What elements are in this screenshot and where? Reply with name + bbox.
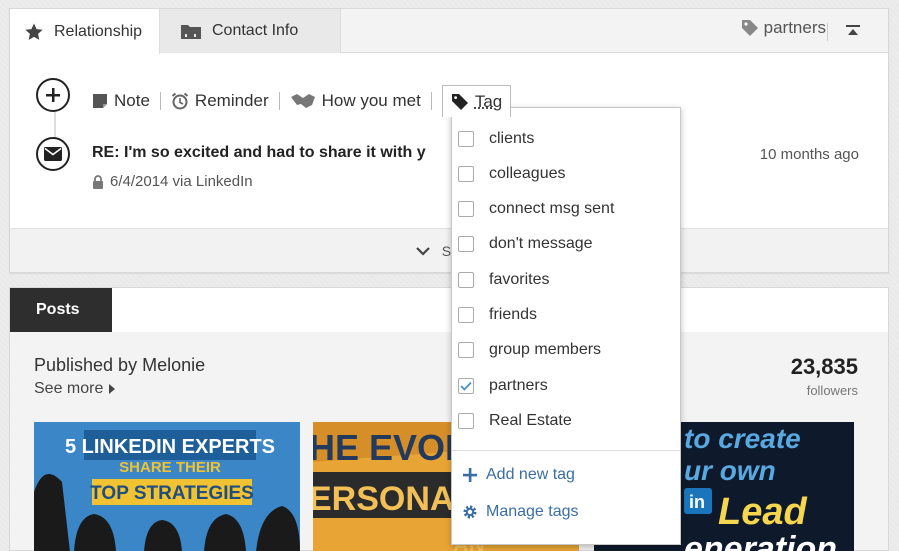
tag-checkbox[interactable] [458,130,474,147]
thumb3-line4: Lead [718,491,807,533]
how-you-met-button[interactable]: How you met [290,91,421,111]
thumb1-line2: SHARE THEIR [119,459,221,476]
tag-checkbox[interactable] [458,165,474,182]
thumb1-line1: 5 LINKEDIN EXPERTS [65,436,275,458]
tag-dropdown: clients colleagues connect msg sent don't m… [451,107,681,545]
message-subject[interactable]: RE: I'm so excited and had to share it w… [92,144,426,162]
followers-count: 23,835 [790,354,858,379]
posts-header: Posts [10,288,888,332]
tag-option[interactable]: clients [452,121,680,156]
add-activity-button[interactable] [36,78,70,112]
tag-option-label: don't message [489,235,593,253]
activity-actions: Note Reminder How you met Tag [92,85,512,117]
tag-option[interactable]: connect msg sent [452,192,680,227]
see-more-bar[interactable]: See M [10,228,888,272]
chevron-down-icon [415,246,430,256]
alarm-clock-icon [171,92,189,110]
tag-option[interactable]: group members [452,333,680,368]
collapse-button[interactable] [846,23,860,39]
collapse-up-icon [846,25,860,35]
how-you-met-label: How you met [321,91,421,110]
header-divider [827,23,828,41]
tag-label: Tag [474,91,503,111]
tab-contact-info-label: Contact Info [212,22,299,39]
thumb3-line3: in [689,492,705,512]
star-icon [24,22,44,42]
current-tag-indicator[interactable]: partners [740,18,826,38]
tag-option-label: favorites [489,270,550,288]
thumb3-line5: eneration [684,530,837,551]
address-card-icon [180,22,202,40]
tag-icon [451,93,469,111]
tab-posts[interactable]: Posts [10,288,112,332]
tag-option[interactable]: colleagues [452,156,680,191]
thumb1-line3: TOP STRATEGIES [90,483,254,504]
tab-contact-info[interactable]: Contact Info [160,9,341,53]
see-more-link[interactable]: See more [34,380,116,398]
tag-checkbox[interactable] [458,271,474,288]
handshake-icon [290,92,316,110]
note-label: Note [114,91,150,110]
see-more-label: See more [34,380,104,397]
caret-right-icon [109,384,116,394]
tag-option-label: clients [489,129,535,147]
tag-option[interactable]: don't message [452,227,680,262]
message-type-indicator [36,137,70,171]
published-by: Published by Melonie [34,355,206,375]
tab-bar: Relationship Contact Info partners [10,9,888,54]
check-icon [460,381,472,391]
relationship-card: Relationship Contact Info partners Note … [9,8,889,273]
gear-icon [462,504,478,520]
dropdown-divider [452,450,680,451]
lock-icon [92,174,104,189]
tag-checkbox[interactable] [458,377,474,394]
tag-checkbox[interactable] [458,307,474,323]
tag-checkbox[interactable] [458,412,474,429]
tag-option-label: friends [489,306,538,323]
thumb3-line1: to create [684,423,801,454]
message-meta: 6/4/2014 via LinkedIn [92,173,253,190]
tag-button[interactable]: Tag [441,85,512,117]
add-new-tag-link[interactable]: Add new tag [462,466,575,484]
tag-checkbox[interactable] [458,342,474,359]
tag-icon [740,18,760,38]
thumb3-line2: ur own [684,455,776,486]
tag-option-label: Real Estate [489,411,572,429]
posts-card: Posts Published by Melonie See more 23,8… [9,287,889,551]
manage-tags-label: Manage tags [486,503,579,520]
tag-checkbox[interactable] [458,201,474,218]
reminder-button[interactable]: Reminder [171,91,269,111]
tag-option[interactable]: favorites [452,262,680,297]
action-divider [430,92,432,110]
envelope-icon [44,147,62,161]
add-new-tag-label: Add new tag [486,466,575,483]
tab-relationship-label: Relationship [54,22,143,40]
manage-tags-link[interactable]: Manage tags [462,503,579,521]
reminder-label: Reminder [194,91,269,110]
followers-label: followers [806,383,858,398]
plus-icon [462,467,478,483]
tag-option-label: partners [489,376,548,394]
post-thumbnail[interactable]: 5 LINKEDIN EXPERTS SHARE THEIR TOP STRAT… [34,422,300,551]
message-meta-text: 6/4/2014 via LinkedIn [110,173,253,190]
action-divider [159,92,161,110]
current-tag-label: partners [763,18,826,37]
tag-option[interactable]: Real Estate [452,403,680,438]
tag-option-label: connect msg sent [489,200,615,218]
note-icon [92,93,108,109]
tag-option[interactable]: partners [452,368,680,403]
tag-option[interactable]: friends [452,298,680,333]
thumb2-line1: HE EVOL [313,427,467,468]
message-time: 10 months ago [759,146,859,163]
tag-option-label: group members [489,341,602,359]
tag-option-label: colleagues [489,164,566,182]
tab-relationship[interactable]: Relationship [10,9,160,54]
action-divider [278,92,280,110]
note-button[interactable]: Note [92,91,150,111]
post-thumbnail-graphic: 5 LINKEDIN EXPERTS SHARE THEIR TOP STRAT… [34,422,300,551]
tag-checkbox[interactable] [458,236,474,253]
plus-icon [46,88,60,102]
